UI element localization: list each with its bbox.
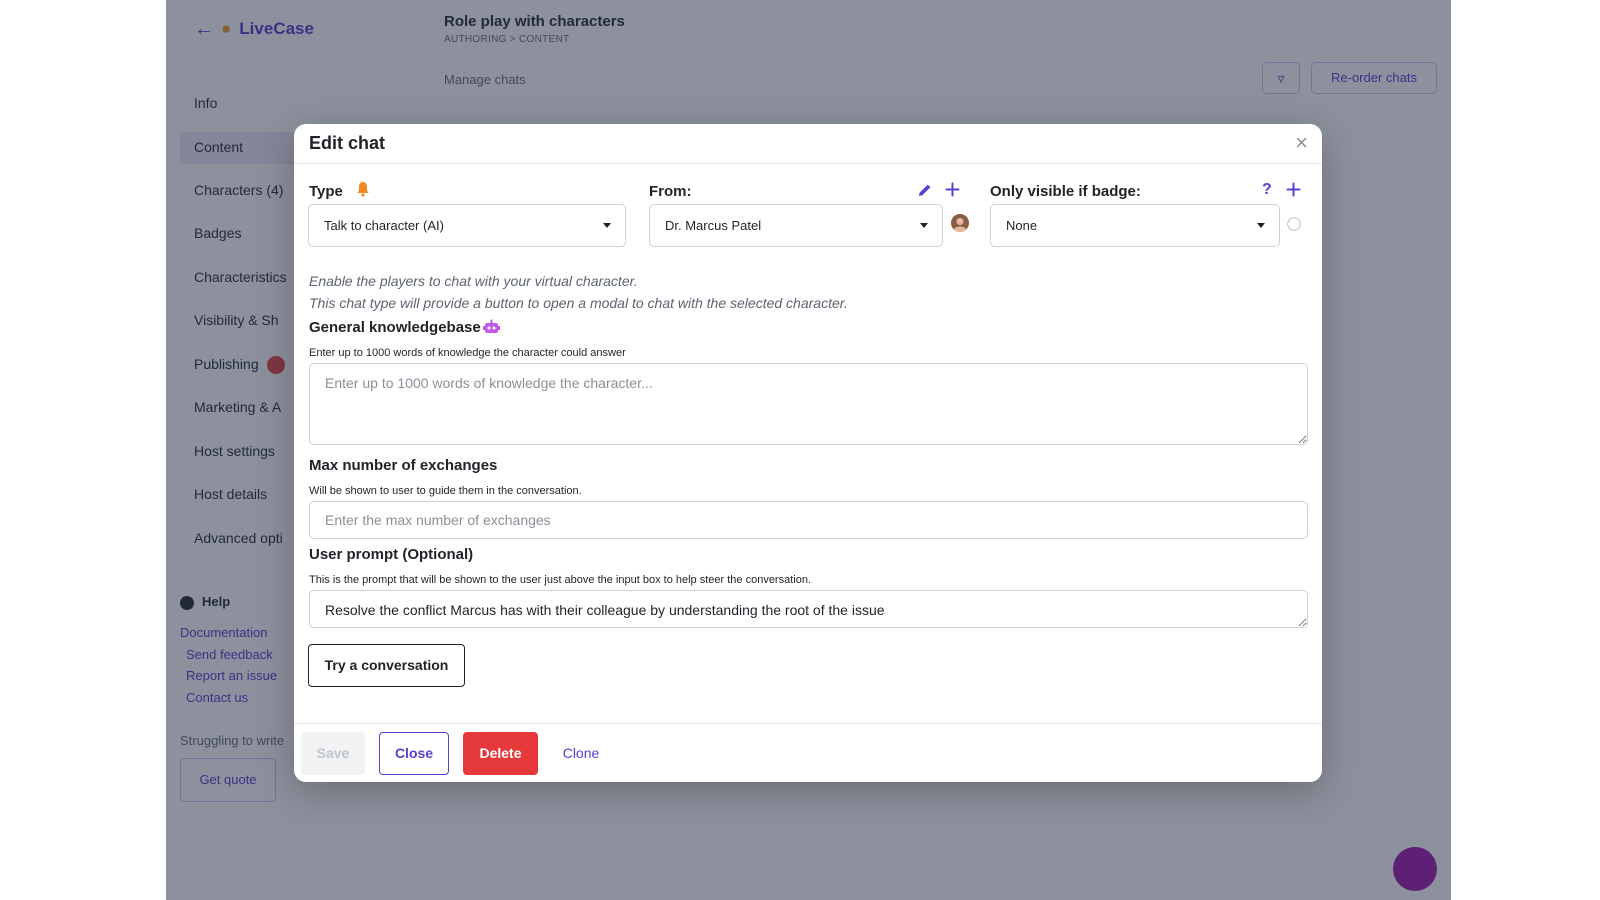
- knowledgebase-label: General knowledgebase: [309, 319, 481, 336]
- knowledgebase-textarea[interactable]: [309, 363, 1308, 445]
- chevron-down-icon: [603, 223, 611, 228]
- type-select-value: Talk to character (AI): [324, 218, 444, 233]
- knowledgebase-help: Enter up to 1000 words of knowledge the …: [309, 347, 626, 359]
- max-exchanges-input[interactable]: [309, 501, 1308, 539]
- badge-preview-icon: [1287, 217, 1301, 236]
- type-description-line-1: Enable the players to chat with your vir…: [309, 273, 638, 289]
- type-description-line-2: This chat type will provide a button to …: [309, 295, 848, 311]
- edit-chat-modal: Edit chat × Type Talk to character (AI) …: [294, 124, 1322, 782]
- question-icon[interactable]: ?: [1262, 181, 1272, 199]
- badge-label: Only visible if badge:: [990, 183, 1141, 200]
- add-character-icon[interactable]: [945, 182, 960, 202]
- badge-select-value: None: [1006, 218, 1038, 233]
- user-prompt-label: User prompt (Optional): [309, 546, 474, 563]
- try-conversation-button[interactable]: Try a conversation: [308, 644, 465, 687]
- user-prompt-textarea[interactable]: [309, 590, 1308, 628]
- save-button[interactable]: Save: [301, 732, 365, 775]
- chevron-down-icon: [920, 223, 928, 228]
- add-badge-icon[interactable]: [1286, 182, 1301, 202]
- close-button[interactable]: Close: [379, 732, 449, 775]
- bell-icon: [356, 181, 370, 202]
- delete-button[interactable]: Delete: [463, 732, 538, 775]
- modal-footer: Save Close Delete Clone: [294, 723, 1322, 782]
- max-exchanges-help: Will be shown to user to guide them in t…: [309, 485, 582, 497]
- pencil-icon[interactable]: [917, 182, 933, 203]
- avatar: [951, 214, 969, 237]
- type-label: Type: [309, 183, 343, 200]
- type-select[interactable]: Talk to character (AI): [308, 204, 626, 247]
- from-select-value: Dr. Marcus Patel: [665, 218, 762, 233]
- robot-icon: [483, 319, 500, 340]
- chevron-down-icon: [1257, 223, 1265, 228]
- close-icon[interactable]: ×: [1295, 130, 1308, 156]
- from-label: From:: [649, 183, 692, 200]
- modal-header: Edit chat ×: [294, 124, 1322, 164]
- modal-title: Edit chat: [309, 133, 386, 153]
- user-prompt-help: This is the prompt that will be shown to…: [309, 574, 812, 586]
- clone-button[interactable]: Clone: [552, 732, 610, 775]
- max-exchanges-label: Max number of exchanges: [309, 457, 498, 474]
- from-select[interactable]: Dr. Marcus Patel: [649, 204, 943, 247]
- badge-select[interactable]: None: [990, 204, 1280, 247]
